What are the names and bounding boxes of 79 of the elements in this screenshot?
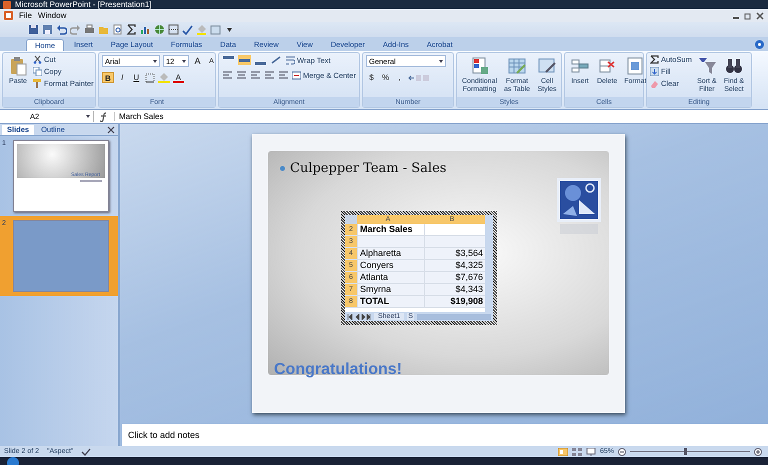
table-grid-icon (507, 56, 527, 76)
sigma-icon (650, 55, 659, 64)
globe-icon[interactable] (154, 24, 165, 35)
percent-button[interactable]: % (380, 72, 392, 83)
formula-field[interactable]: March Sales (114, 112, 768, 121)
align-text-icon[interactable] (222, 70, 233, 80)
slide-thumbnail[interactable] (13, 220, 109, 292)
window-title: Microsoft PowerPoint - [Presentation1] (15, 0, 152, 9)
table-cell: $7,676 (424, 272, 485, 283)
merge-icon (292, 70, 301, 80)
table-cell: $3,564 (424, 248, 485, 259)
table-cell: Alpharetta (357, 248, 424, 259)
paintbrush-icon (33, 79, 42, 88)
slide-footer-text: Congratulations! (274, 361, 402, 379)
zoom-in-icon[interactable] (754, 448, 762, 456)
bullet-text: Culpepper Team - Sales (290, 161, 446, 176)
scissors-icon (33, 55, 42, 64)
font-color-button[interactable]: A (172, 72, 184, 83)
slideshow-icon[interactable] (586, 448, 596, 456)
text-angle-icon[interactable] (270, 55, 283, 65)
zoom-slider-thumb[interactable] (684, 448, 687, 455)
spelling-icon[interactable] (81, 448, 92, 456)
table-cell: TOTAL (357, 296, 424, 307)
table-cell (357, 236, 424, 247)
undo-icon[interactable] (56, 24, 67, 35)
decimal-icon[interactable] (408, 72, 430, 82)
table-cell: $19,908 (424, 296, 485, 307)
comma-button[interactable]: , (394, 72, 406, 83)
table-cell: Conyers (357, 260, 424, 271)
table-cell: $4,343 (424, 284, 485, 295)
normal-view-icon[interactable] (558, 448, 568, 456)
save-icon[interactable] (28, 24, 39, 35)
clipboard-icon (8, 56, 28, 76)
indent-icon[interactable] (278, 70, 289, 80)
menu-item[interactable]: File (19, 11, 32, 20)
bullet-icon (280, 166, 285, 171)
align-icon[interactable] (238, 55, 251, 65)
sheet-nav-icon[interactable] (347, 314, 371, 320)
chart-icon[interactable] (140, 24, 151, 35)
spelling-icon[interactable] (182, 24, 193, 35)
close-icon[interactable] (756, 12, 764, 20)
format-cells-icon (625, 56, 646, 76)
bold-button[interactable]: B (102, 72, 114, 83)
save-icon[interactable] (42, 24, 53, 35)
currency-button[interactable]: $ (366, 72, 377, 83)
italic-button[interactable]: I (116, 72, 128, 83)
preview-icon[interactable] (112, 24, 123, 35)
eraser-icon (650, 79, 659, 88)
table-cell (424, 236, 485, 247)
start-orb-icon[interactable] (6, 457, 20, 465)
sort-filter-icon (696, 56, 717, 76)
scrollbar[interactable] (416, 314, 491, 320)
table-cell: Smyrna (357, 284, 424, 295)
notes-field[interactable]: Click to add notes (122, 424, 768, 446)
border-icon[interactable] (144, 72, 155, 82)
subtitle-line (80, 180, 102, 182)
table-cell: $4,325 (424, 260, 485, 271)
indent-icon[interactable] (264, 70, 275, 80)
scrollbar[interactable] (485, 215, 493, 312)
align-text-icon[interactable] (236, 70, 247, 80)
align-text-icon[interactable] (250, 70, 261, 80)
zoom-out-icon[interactable] (618, 448, 626, 456)
underline-button[interactable]: U (130, 72, 142, 83)
table-cell: Atlanta (357, 272, 424, 283)
printer-icon[interactable] (84, 24, 95, 35)
restore-icon[interactable] (744, 12, 752, 20)
close-icon[interactable] (107, 126, 115, 134)
conditional-format-icon (470, 56, 490, 76)
copy-icon (33, 67, 42, 76)
border-icon[interactable] (168, 24, 179, 35)
fill-color-icon[interactable] (196, 24, 207, 35)
fill-down-icon (650, 67, 659, 76)
fill-color-icon[interactable] (158, 72, 170, 82)
wrap-text-icon (286, 56, 295, 64)
sigma-icon[interactable] (126, 24, 137, 35)
help-icon[interactable] (755, 40, 764, 49)
grow-font-button[interactable]: A (192, 56, 203, 66)
binoculars-icon (724, 56, 744, 76)
menu-item[interactable]: Window (38, 11, 66, 20)
